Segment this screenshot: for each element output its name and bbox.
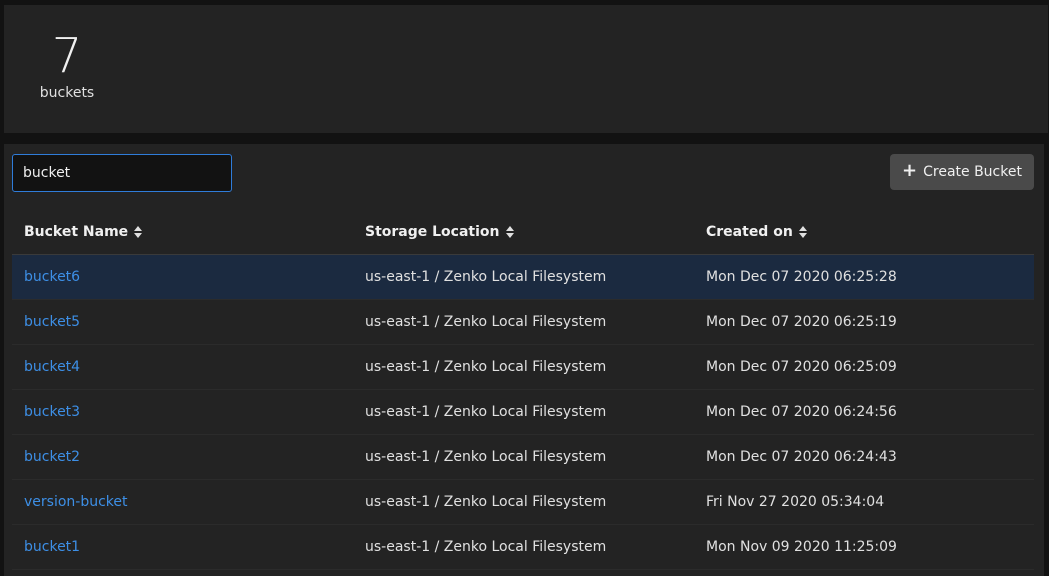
storage-location-cell: us-east-1 / Zenko Local Filesystem xyxy=(365,494,607,510)
bucket-link[interactable]: bucket6 xyxy=(24,269,80,285)
created-on-cell: Mon Dec 07 2020 06:25:19 xyxy=(706,314,897,330)
storage-location-cell: us-east-1 / Zenko Local Filesystem xyxy=(365,314,607,330)
bucket-name-cell: bucket3 xyxy=(12,404,353,420)
bucket-name-cell: bucket5 xyxy=(12,314,353,330)
table-row[interactable]: bucket2 us-east-1 / Zenko Local Filesyst… xyxy=(12,435,1034,480)
sort-icon xyxy=(798,226,807,238)
storage-location-cell: us-east-1 / Zenko Local Filesystem xyxy=(365,404,607,420)
storage-location-cell: us-east-1 / Zenko Local Filesystem xyxy=(365,449,607,465)
bucket-name-cell: bucket1 xyxy=(12,539,353,555)
table-row[interactable]: bucket6 us-east-1 / Zenko Local Filesyst… xyxy=(12,255,1034,300)
table-row[interactable]: bucket3 us-east-1 / Zenko Local Filesyst… xyxy=(12,390,1034,435)
bucket-link[interactable]: version-bucket xyxy=(24,494,128,510)
header-storage-location[interactable]: Storage Location xyxy=(353,224,694,240)
table-row[interactable]: version-bucket us-east-1 / Zenko Local F… xyxy=(12,480,1034,525)
bucket-link[interactable]: bucket1 xyxy=(24,539,80,555)
create-bucket-label: Create Bucket xyxy=(923,164,1022,180)
header-created-on-label: Created on xyxy=(706,224,793,240)
sort-icon xyxy=(134,226,143,238)
header-created-on[interactable]: Created on xyxy=(694,224,1034,240)
bucket-count-label: buckets xyxy=(39,85,95,101)
bucket-link[interactable]: bucket2 xyxy=(24,449,80,465)
storage-location-cell: us-east-1 / Zenko Local Filesystem xyxy=(365,359,607,375)
created-on-cell: Mon Dec 07 2020 06:25:09 xyxy=(706,359,897,375)
bucket-link[interactable]: bucket3 xyxy=(24,404,80,420)
storage-location-cell: us-east-1 / Zenko Local Filesystem xyxy=(365,269,607,285)
sort-icon xyxy=(505,226,514,238)
created-on-cell: Mon Dec 07 2020 06:25:28 xyxy=(706,269,897,285)
bucket-count-block: 7 buckets xyxy=(30,29,104,103)
storage-location-cell: us-east-1 / Zenko Local Filesystem xyxy=(365,539,607,555)
search-input[interactable] xyxy=(12,154,232,192)
bucket-table: Bucket Name Storage Location Created on … xyxy=(12,210,1034,570)
header-bucket-name[interactable]: Bucket Name xyxy=(12,224,353,240)
bucket-name-cell: bucket4 xyxy=(12,359,353,375)
created-on-cell: Mon Nov 09 2020 11:25:09 xyxy=(706,539,897,555)
created-on-cell: Mon Dec 07 2020 06:24:56 xyxy=(706,404,897,420)
plus-icon: + xyxy=(902,160,918,181)
bucket-count-value: 7 xyxy=(51,28,83,84)
bucket-name-cell: version-bucket xyxy=(12,494,353,510)
header-storage-location-label: Storage Location xyxy=(365,224,500,240)
table-row[interactable]: bucket4 us-east-1 / Zenko Local Filesyst… xyxy=(12,345,1034,390)
bucket-link[interactable]: bucket4 xyxy=(24,359,80,375)
bucket-list-card: + Create Bucket Bucket Name Storage Loca… xyxy=(4,144,1044,576)
created-on-cell: Mon Dec 07 2020 06:24:43 xyxy=(706,449,897,465)
table-header: Bucket Name Storage Location Created on xyxy=(12,210,1034,255)
bucket-link[interactable]: bucket5 xyxy=(24,314,80,330)
table-row[interactable]: bucket1 us-east-1 / Zenko Local Filesyst… xyxy=(12,525,1034,570)
bucket-name-cell: bucket2 xyxy=(12,449,353,465)
bucket-name-cell: bucket6 xyxy=(12,269,353,285)
bucket-summary-card: 7 buckets xyxy=(4,5,1048,133)
header-bucket-name-label: Bucket Name xyxy=(24,224,129,240)
created-on-cell: Fri Nov 27 2020 05:34:04 xyxy=(706,494,885,510)
create-bucket-button[interactable]: + Create Bucket xyxy=(890,154,1034,190)
table-row[interactable]: bucket5 us-east-1 / Zenko Local Filesyst… xyxy=(12,300,1034,345)
